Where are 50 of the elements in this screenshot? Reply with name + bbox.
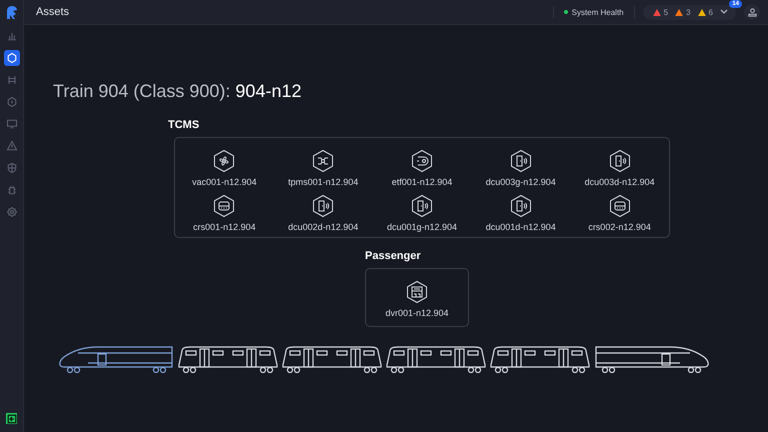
alert-count: 3	[686, 8, 691, 16]
group-title: Passenger	[365, 250, 422, 262]
door-icon[interactable]	[311, 193, 336, 219]
device-label[interactable]: dcu001d-n12.904	[486, 222, 556, 232]
device-label[interactable]: etf001-n12.904	[392, 177, 452, 187]
warning-icon	[6, 140, 18, 152]
shield-icon	[6, 162, 18, 174]
monitor-icon	[6, 118, 18, 130]
device-label[interactable]: dcu001g-n12.904	[386, 222, 458, 232]
page-title: Assets	[36, 6, 70, 18]
user-button[interactable]	[744, 4, 760, 20]
split-arrows-icon[interactable]	[311, 148, 336, 174]
device-label[interactable]: tpms001-n12.904	[288, 177, 358, 187]
locomotive-drawing[interactable]	[594, 345, 710, 373]
list-icon	[6, 74, 18, 86]
door-icon[interactable]	[410, 193, 434, 219]
exit-icon	[6, 414, 16, 424]
door-icon[interactable]	[508, 148, 533, 174]
system-health-button[interactable]: System Health	[552, 6, 635, 18]
fan-icon[interactable]	[212, 148, 236, 174]
device-label[interactable]: crs002-n12.904	[588, 222, 651, 232]
group-title: TCMS	[168, 119, 200, 131]
coach-drawing[interactable]	[386, 345, 486, 373]
device-label[interactable]: vac001-n12.904	[192, 177, 257, 187]
door-icon[interactable]	[508, 193, 533, 219]
device-label[interactable]: dcu002d-n12.904	[288, 222, 358, 232]
user-icon	[748, 8, 756, 16]
alert-count: 5	[664, 8, 668, 16]
hexagon-icon	[6, 96, 18, 108]
sidebar-item[interactable]	[4, 50, 20, 66]
coach-drawing[interactable]	[178, 345, 278, 373]
chevron-down-icon[interactable]	[720, 9, 728, 15]
train-id: 904-n12	[235, 81, 302, 102]
recorder-icon[interactable]	[405, 279, 429, 305]
device-label[interactable]: crs001-n12.904	[193, 222, 256, 232]
locomotive-drawing[interactable]	[58, 345, 174, 373]
device-label[interactable]: dcu003d-n12.904	[584, 177, 655, 187]
device-label[interactable]: dcu003g-n12.904	[486, 177, 556, 187]
seat-icon[interactable]	[608, 193, 632, 219]
coach-drawing[interactable]	[490, 345, 590, 373]
bar-chart-icon	[6, 30, 18, 42]
device-label[interactable]: dvr001-n12.904	[385, 308, 449, 318]
coach-drawing[interactable]	[282, 345, 382, 373]
door-icon[interactable]	[608, 148, 632, 174]
hexagon-icon	[6, 52, 18, 64]
settings-icon	[6, 206, 18, 218]
alert-count: 6	[708, 8, 713, 16]
exit-button[interactable]	[6, 413, 17, 424]
train-title: Train 904 (Class 900):	[53, 81, 230, 102]
seat-icon[interactable]	[212, 193, 236, 219]
